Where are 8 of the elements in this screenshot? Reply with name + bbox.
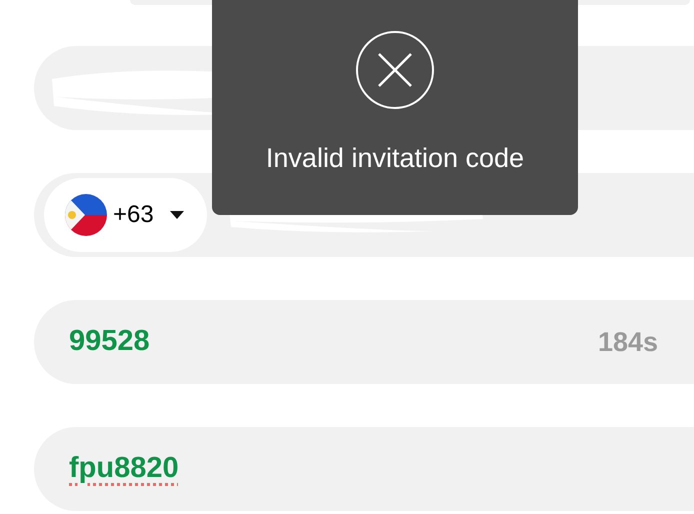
field-value: 99528 [69,324,150,360]
field-value: fpu8820 [69,451,179,486]
error-icon [355,30,435,110]
country-code-selector[interactable]: +63 [44,178,207,252]
toast-message: Invalid invitation code [266,142,524,175]
flag-icon [65,194,107,236]
caret-icon [170,211,184,219]
countdown-timer: 184s [598,326,658,359]
